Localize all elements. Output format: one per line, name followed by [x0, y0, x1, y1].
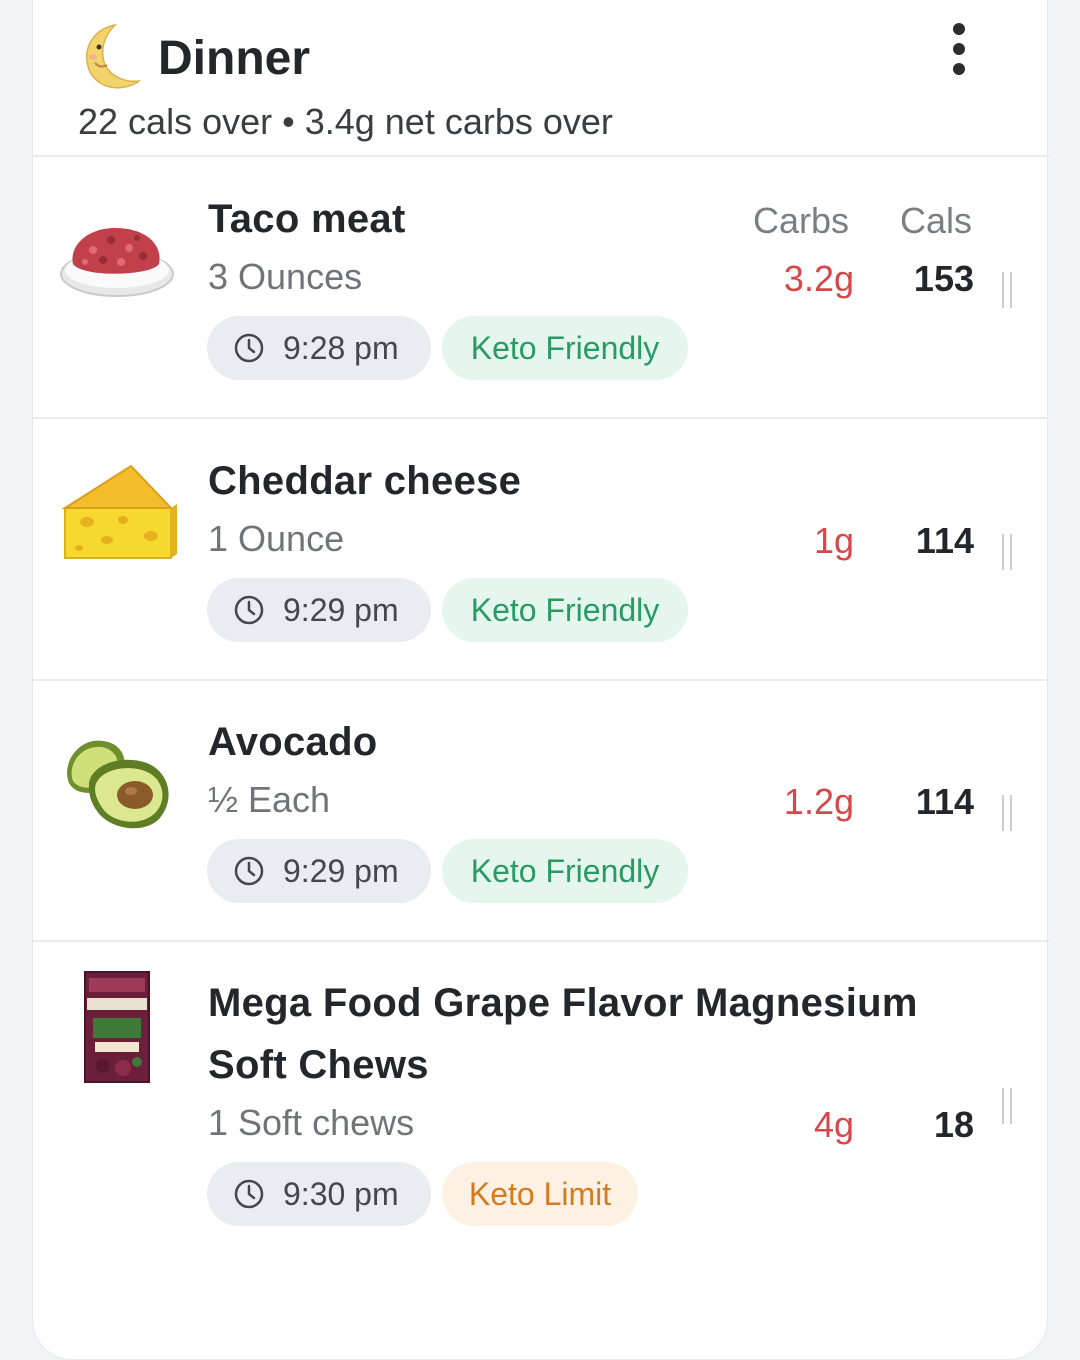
food-amount: 3 Ounces	[208, 256, 363, 297]
food-amount: 1 Ounce	[208, 518, 345, 559]
ground-meat-icon	[60, 228, 174, 297]
food-row[interactable]: Cheddar cheese 1 Ounce 1g 114 9:29 pm Ke…	[33, 420, 1049, 681]
avocado-icon	[67, 740, 169, 829]
clock-icon	[234, 595, 264, 625]
carbs-value: 1.2g	[783, 781, 854, 822]
carbs-column-header: Carbs	[753, 200, 850, 241]
drag-handle-icon[interactable]	[1002, 795, 1012, 831]
meal-header: Dinner 22 cals over • 3.4g net carbs ove…	[33, 1, 1049, 157]
food-row[interactable]: Mega Food Grape Flavor Magnesium Soft Ch…	[33, 942, 1049, 1302]
cheese-wedge-icon	[61, 464, 177, 559]
cals-value: 114	[915, 520, 974, 561]
clock-icon	[234, 333, 264, 363]
keto-tag: Keto Friendly	[442, 578, 688, 642]
food-name: Mega Food Grape Flavor Magnesium Soft Ch…	[208, 981, 918, 1087]
clock-icon	[234, 1179, 264, 1209]
cals-value: 114	[915, 781, 974, 822]
cals-value: 153	[913, 258, 974, 299]
food-row[interactable]: Taco meat 3 Ounces Carbs Cals 3.2g 153 9…	[33, 158, 1049, 419]
drag-handle-icon[interactable]	[1002, 534, 1012, 570]
food-name: Taco meat	[208, 197, 406, 241]
time-pill: 9:29 pm	[207, 578, 431, 642]
meal-title: Dinner	[158, 32, 311, 85]
meal-summary: 22 cals over • 3.4g net carbs over	[78, 101, 613, 142]
drag-handle-icon[interactable]	[1002, 1088, 1012, 1124]
food-name: Cheddar cheese	[208, 459, 522, 503]
carbs-value: 1g	[813, 520, 854, 561]
time-pill: 9:30 pm	[207, 1162, 431, 1226]
clock-icon	[234, 856, 264, 886]
time-text: 9:29 pm	[283, 852, 399, 889]
food-row[interactable]: Avocado ½ Each 1.2g 114 9:29 pm Keto Fri…	[33, 681, 1049, 942]
meal-card: Dinner 22 cals over • 3.4g net carbs ove…	[32, 0, 1049, 1360]
drag-handle-icon[interactable]	[1002, 272, 1012, 308]
cals-value: 18	[933, 1104, 974, 1145]
keto-tag: Keto Limit	[442, 1162, 638, 1226]
food-amount: ½ Each	[208, 779, 331, 820]
time-text: 9:30 pm	[283, 1175, 399, 1212]
time-text: 9:29 pm	[283, 591, 399, 628]
carbs-value: 4g	[813, 1104, 854, 1145]
time-text: 9:28 pm	[283, 329, 399, 366]
carbs-value: 3.2g	[783, 258, 854, 299]
time-pill: 9:28 pm	[207, 316, 431, 380]
product-package-icon	[84, 971, 150, 1083]
food-name: Avocado	[208, 720, 378, 764]
more-options-icon[interactable]	[943, 23, 975, 75]
food-amount: 1 Soft chews	[208, 1102, 415, 1143]
keto-tag: Keto Friendly	[442, 316, 688, 380]
time-pill: 9:29 pm	[207, 839, 431, 903]
cals-column-header: Cals	[900, 200, 973, 241]
keto-tag: Keto Friendly	[442, 839, 688, 903]
crescent-moon-face-icon	[86, 23, 141, 89]
